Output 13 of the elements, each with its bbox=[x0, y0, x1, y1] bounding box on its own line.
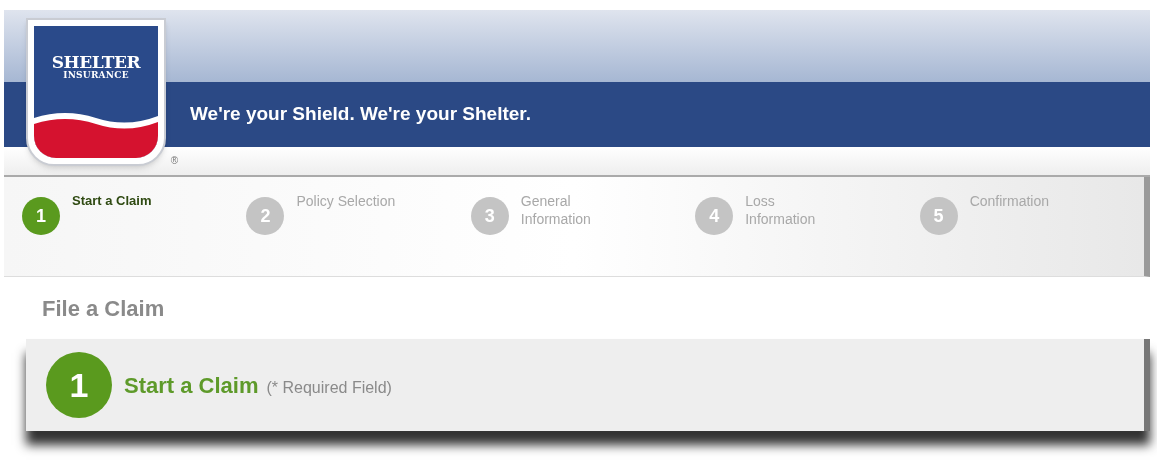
logo-subtitle: INSURANCE bbox=[63, 71, 129, 80]
step-tab[interactable]: 3 General Information bbox=[470, 193, 696, 235]
section-title: Start a Claim bbox=[124, 371, 259, 400]
logo-name: SHELTER bbox=[51, 54, 141, 71]
registered-mark: ® bbox=[170, 154, 178, 168]
step-tab[interactable]: 2 Policy Selection bbox=[246, 193, 471, 235]
tagline: We're your Shield. We're your Shelter. bbox=[190, 102, 531, 127]
required-note: (* Required Field) bbox=[266, 377, 392, 398]
step-tab[interactable]: 4 Loss Information bbox=[695, 193, 920, 235]
step-tab[interactable]: 5 Confirmation bbox=[919, 193, 1145, 235]
page-title: File a Claim bbox=[42, 294, 165, 323]
step-tab[interactable]: 1 Start a Claim bbox=[22, 193, 247, 235]
step-number-badge: 1 bbox=[46, 352, 112, 418]
